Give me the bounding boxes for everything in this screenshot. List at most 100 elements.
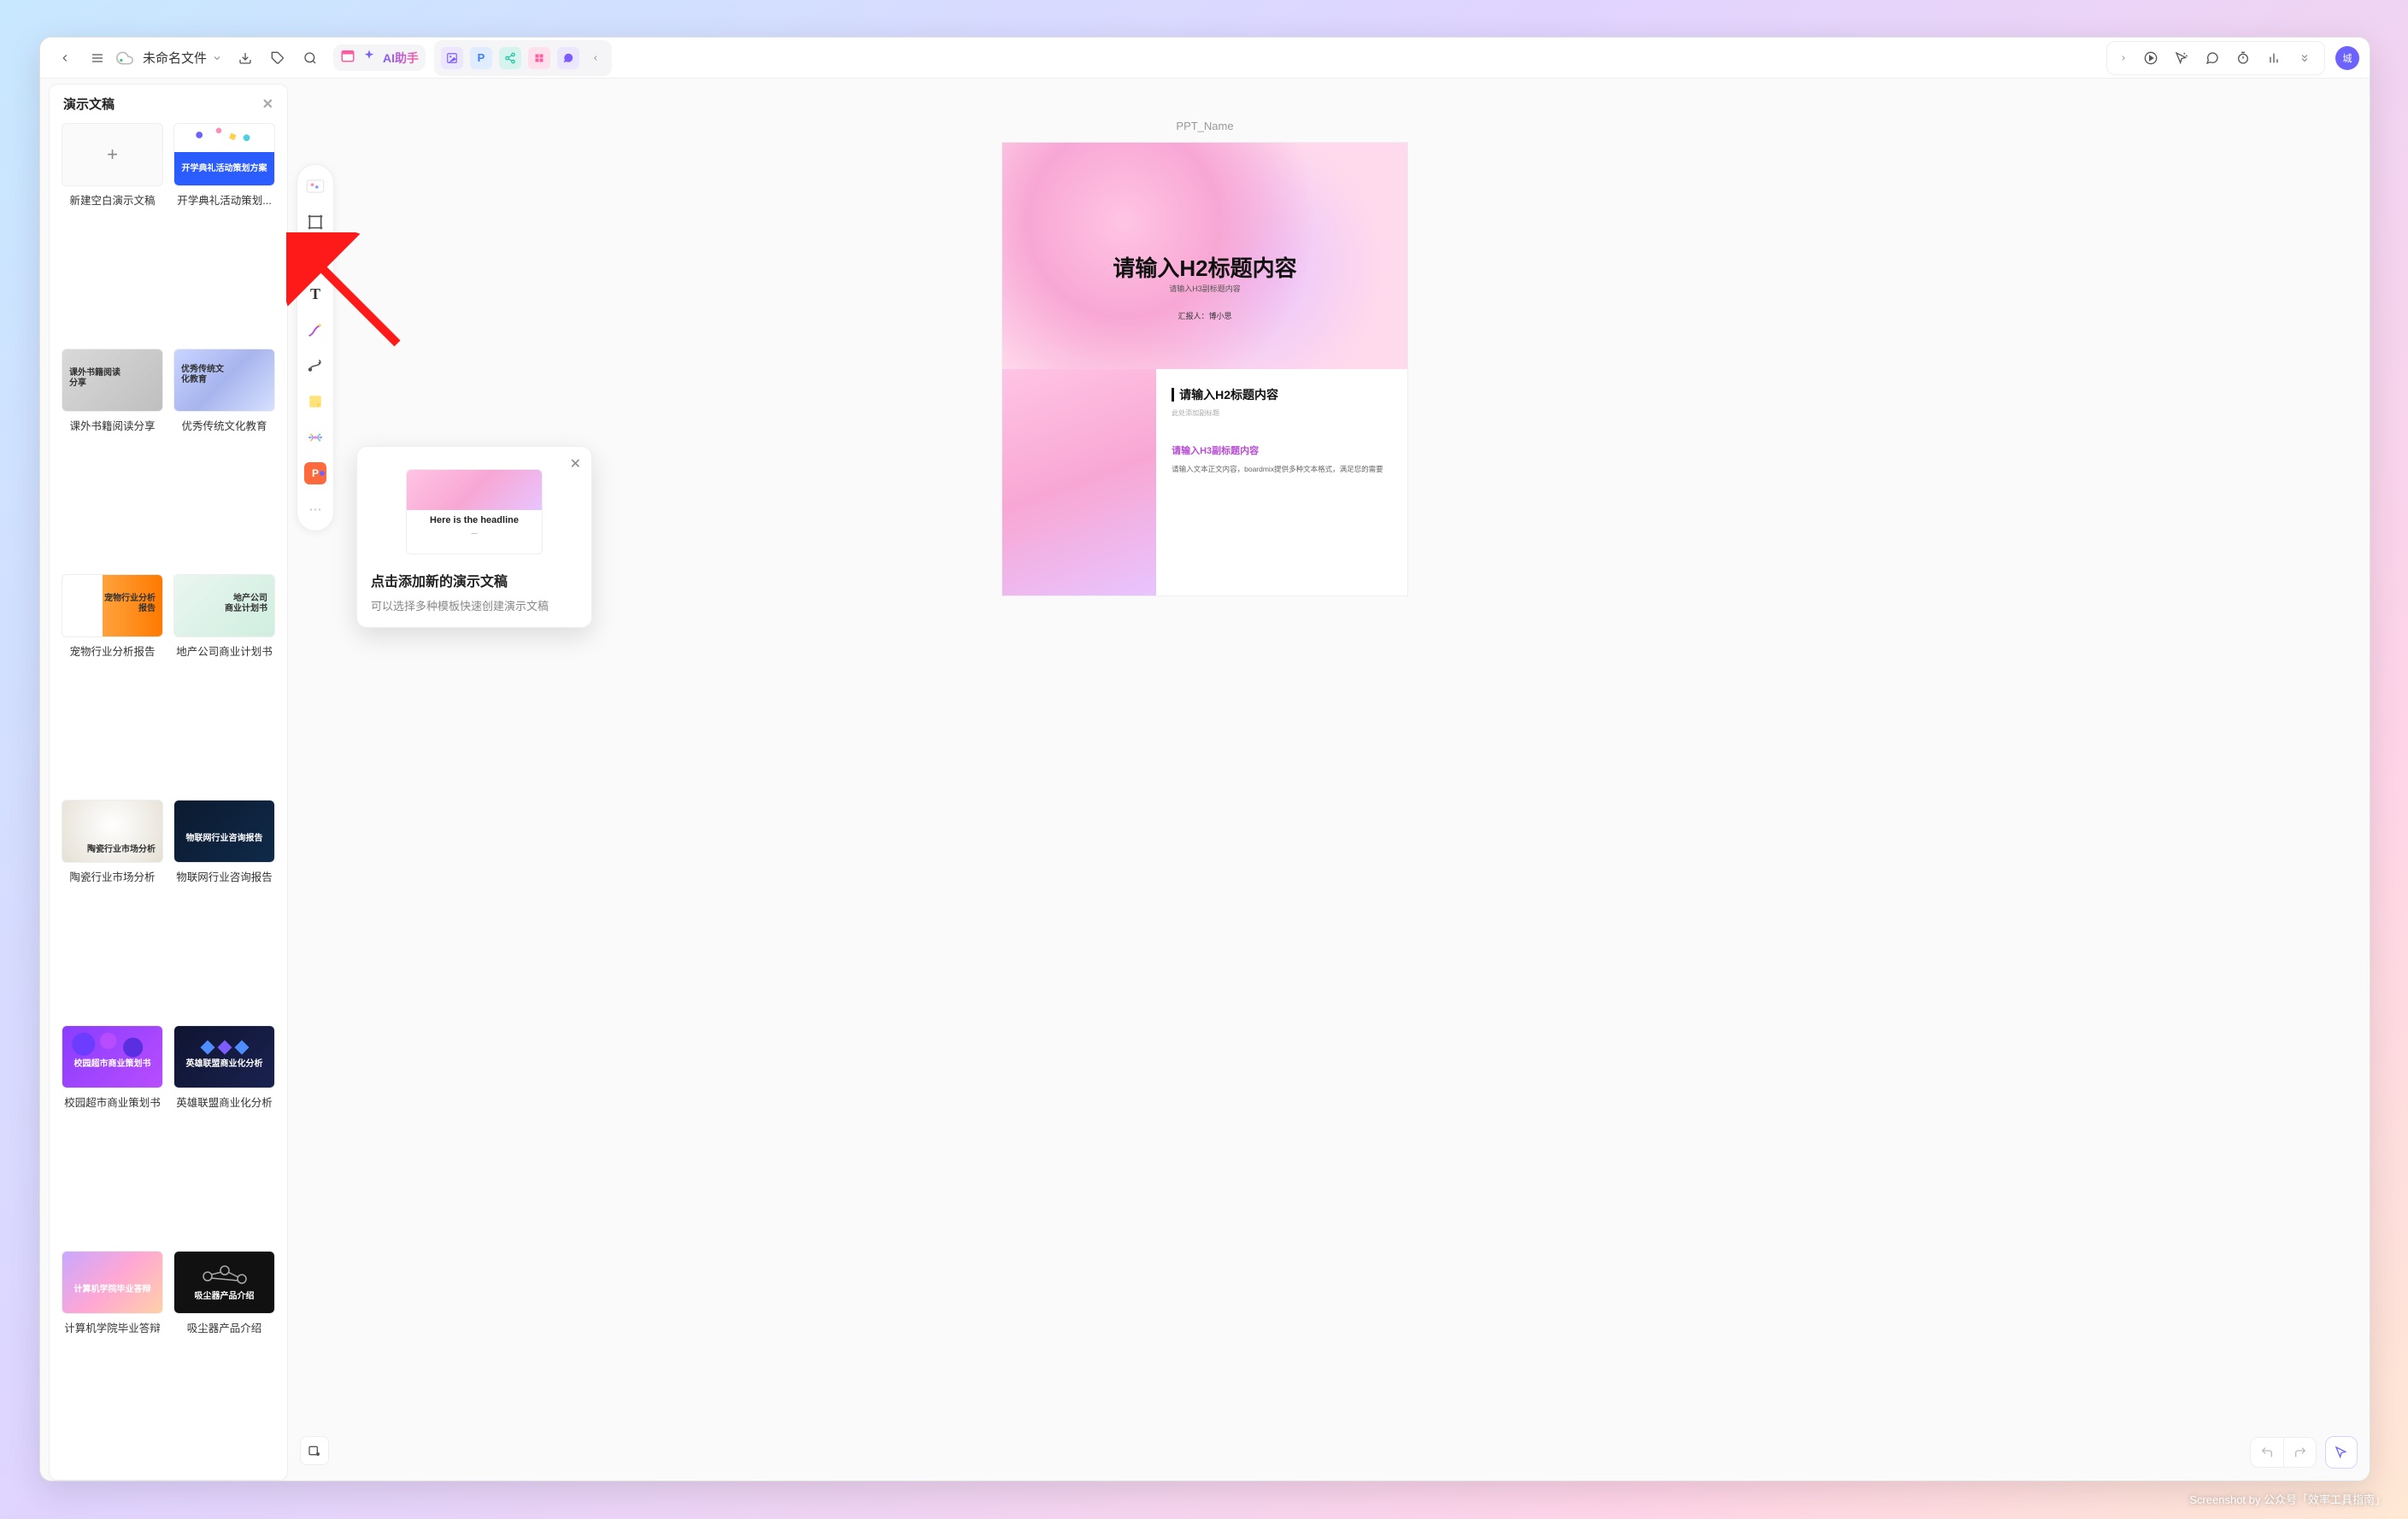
thumb-caption: 物联网行业咨询报告 [179, 834, 269, 844]
filename-text: 未命名文件 [143, 49, 207, 67]
avatar-text: 城 [2343, 51, 2352, 65]
share-tool-icon[interactable] [499, 47, 521, 69]
template-label: 宠物行业分析报告 [62, 642, 163, 659]
template-card[interactable]: 课外书籍阅读 分享课外书籍阅读分享 [62, 349, 163, 566]
template-label: 吸尘器产品介绍 [173, 1319, 275, 1335]
template-card[interactable]: 陶瓷行业市场分析陶瓷行业市场分析 [62, 800, 163, 1017]
preview-headline: Here is the headline [407, 515, 542, 525]
filename-field[interactable]: 未命名文件 [138, 49, 227, 67]
more-icon[interactable] [2290, 44, 2319, 73]
template-card[interactable]: 校园超市商业策划书校园超市商业策划书 [62, 1025, 163, 1242]
comment-tool-icon[interactable] [557, 47, 579, 69]
template-label: 地产公司商业计划书 [173, 642, 275, 659]
tag-button[interactable] [263, 44, 292, 73]
slide1-title[interactable]: 请输入H2标题内容 [1002, 251, 1407, 283]
ai-assistant-label[interactable]: AI助手 [383, 50, 419, 67]
preview-swirl [407, 470, 542, 510]
connector-icon[interactable] [302, 353, 328, 378]
thumb-caption: 地产公司 商业计划书 [225, 594, 267, 614]
template-label: 计算机学院毕业答辩 [62, 1319, 163, 1335]
thumb-caption: 开学典礼活动策划方案 [179, 164, 269, 174]
template-card[interactable]: 优秀传统文 化教育优秀传统文化教育 [173, 349, 275, 566]
template-thumb: 优秀传统文 化教育 [173, 349, 275, 412]
template-label: 校园超市商业策划书 [62, 1094, 163, 1110]
expand-right-icon[interactable] [2112, 44, 2135, 73]
grid-tool-icon[interactable] [528, 47, 550, 69]
template-label: 新建空白演示文稿 [62, 191, 163, 208]
more-tools-icon[interactable]: ⋯ [302, 496, 328, 522]
search-button[interactable] [296, 44, 325, 73]
slide-1[interactable]: 请输入H2标题内容 请输入H3副标题内容 汇报人：博小思 [1002, 143, 1407, 369]
slide-2[interactable]: 请输入H2标题内容 此处添加副标题 请输入H3副标题内容 请输入文本正文内容，b… [1002, 369, 1407, 595]
play-button[interactable] [2136, 44, 2165, 73]
template-card[interactable]: 地产公司 商业计划书地产公司商业计划书 [173, 574, 275, 791]
vertical-toolbar: T P ⋯ [297, 164, 334, 531]
chart-icon[interactable] [2259, 44, 2288, 73]
redo-button[interactable] [2283, 1438, 2316, 1467]
p-tool-icon[interactable]: P [470, 47, 492, 69]
back-button[interactable] [50, 44, 79, 73]
frame-icon[interactable] [302, 209, 328, 235]
popover-preview: Here is the headline — [406, 469, 543, 554]
template-card[interactable]: 宠物行业分析 报告宠物行业分析报告 [62, 574, 163, 791]
tool-row-chevron-left[interactable] [586, 44, 605, 73]
template-card[interactable]: +新建空白演示文稿 [62, 123, 163, 340]
shape-icon[interactable] [302, 245, 328, 271]
thumb-decor [199, 1037, 250, 1062]
undo-redo-group [2250, 1437, 2317, 1468]
avatar[interactable]: 城 [2335, 46, 2359, 70]
download-button[interactable] [231, 44, 260, 73]
right-tool-group [2106, 41, 2325, 75]
canvas-title[interactable]: PPT_Name [1176, 120, 1233, 132]
mindmap-icon[interactable] [302, 425, 328, 450]
pointer-mode-button[interactable] [2325, 1436, 2358, 1469]
slide2-h2[interactable]: 请输入H2标题内容 [1172, 386, 1392, 403]
popover-close-icon[interactable]: ✕ [570, 455, 581, 472]
popover-desc: 可以选择多种模板快速创建演示文稿 [371, 597, 578, 613]
undo-button[interactable] [2251, 1438, 2283, 1467]
app-window: 未命名文件 AI助手 P [39, 37, 2370, 1481]
sticky-note-icon[interactable] [302, 389, 328, 414]
template-card[interactable]: 吸尘器产品介绍吸尘器产品介绍 [173, 1251, 275, 1468]
template-card[interactable]: 英雄联盟商业化分析英雄联盟商业化分析 [173, 1025, 275, 1242]
template-label: 陶瓷行业市场分析 [62, 868, 163, 884]
chevron-down-icon [212, 53, 222, 63]
slide1-sub[interactable]: 请输入H3副标题内容 [1002, 283, 1407, 294]
bottom-right-tools [2250, 1436, 2358, 1469]
preview-sub: — [407, 531, 542, 537]
title-bar-icon [1172, 388, 1174, 402]
template-card[interactable]: 物联网行业咨询报告物联网行业咨询报告 [173, 800, 275, 1017]
slide2-h2-text: 请输入H2标题内容 [1179, 386, 1278, 403]
template-card[interactable]: 计算机学院毕业答辩计算机学院毕业答辩 [62, 1251, 163, 1468]
image-tool-icon[interactable] [441, 47, 463, 69]
cursor-effect-icon[interactable] [2167, 44, 2196, 73]
text-icon[interactable]: T [302, 281, 328, 307]
close-icon[interactable]: ✕ [262, 96, 273, 113]
template-sidepanel: 演示文稿 ✕ +新建空白演示文稿开学典礼活动策划方案开学典礼活动策划...课外书… [49, 84, 288, 1481]
thumb-caption: 宠物行业分析 报告 [104, 594, 156, 614]
template-label: 开学典礼活动策划... [173, 191, 275, 208]
slide2-small[interactable]: 此处添加副标题 [1172, 408, 1392, 418]
slide1-presenter[interactable]: 汇报人：博小思 [1002, 310, 1407, 321]
template-thumb: 吸尘器产品介绍 [173, 1251, 275, 1314]
sync-status-icon [115, 49, 134, 67]
menu-button[interactable] [83, 44, 112, 73]
template-thumb: 英雄联盟商业化分析 [173, 1025, 275, 1088]
calendar-icon[interactable] [340, 48, 355, 67]
template-card[interactable]: 开学典礼活动策划方案开学典礼活动策划... [173, 123, 275, 340]
slide2-body[interactable]: 请输入文本正文内容，boardmix提供多种文本格式，满足您的需要 [1172, 464, 1392, 475]
right-tools: 城 [2106, 41, 2359, 75]
slide2-h3[interactable]: 请输入H3副标题内容 [1172, 443, 1392, 457]
ppt-tool-button[interactable]: P [302, 460, 328, 486]
timer-icon[interactable] [2229, 44, 2258, 73]
chat-icon[interactable] [2198, 44, 2227, 73]
template-thumb: 陶瓷行业市场分析 [62, 800, 163, 863]
locate-button[interactable] [300, 1436, 329, 1465]
ai-card-icon[interactable] [302, 173, 328, 199]
sidepanel-header: 演示文稿 ✕ [50, 85, 287, 123]
pen-icon[interactable] [302, 317, 328, 343]
slide2-content: 请输入H2标题内容 此处添加副标题 请输入H3副标题内容 请输入文本正文内容，b… [1156, 369, 1407, 595]
template-label: 物联网行业咨询报告 [173, 868, 275, 884]
slide-preview[interactable]: 请输入H2标题内容 请输入H3副标题内容 汇报人：博小思 请输入H2标题内容 此… [1001, 142, 1408, 596]
thumb-caption: 课外书籍阅读 分享 [69, 368, 120, 389]
